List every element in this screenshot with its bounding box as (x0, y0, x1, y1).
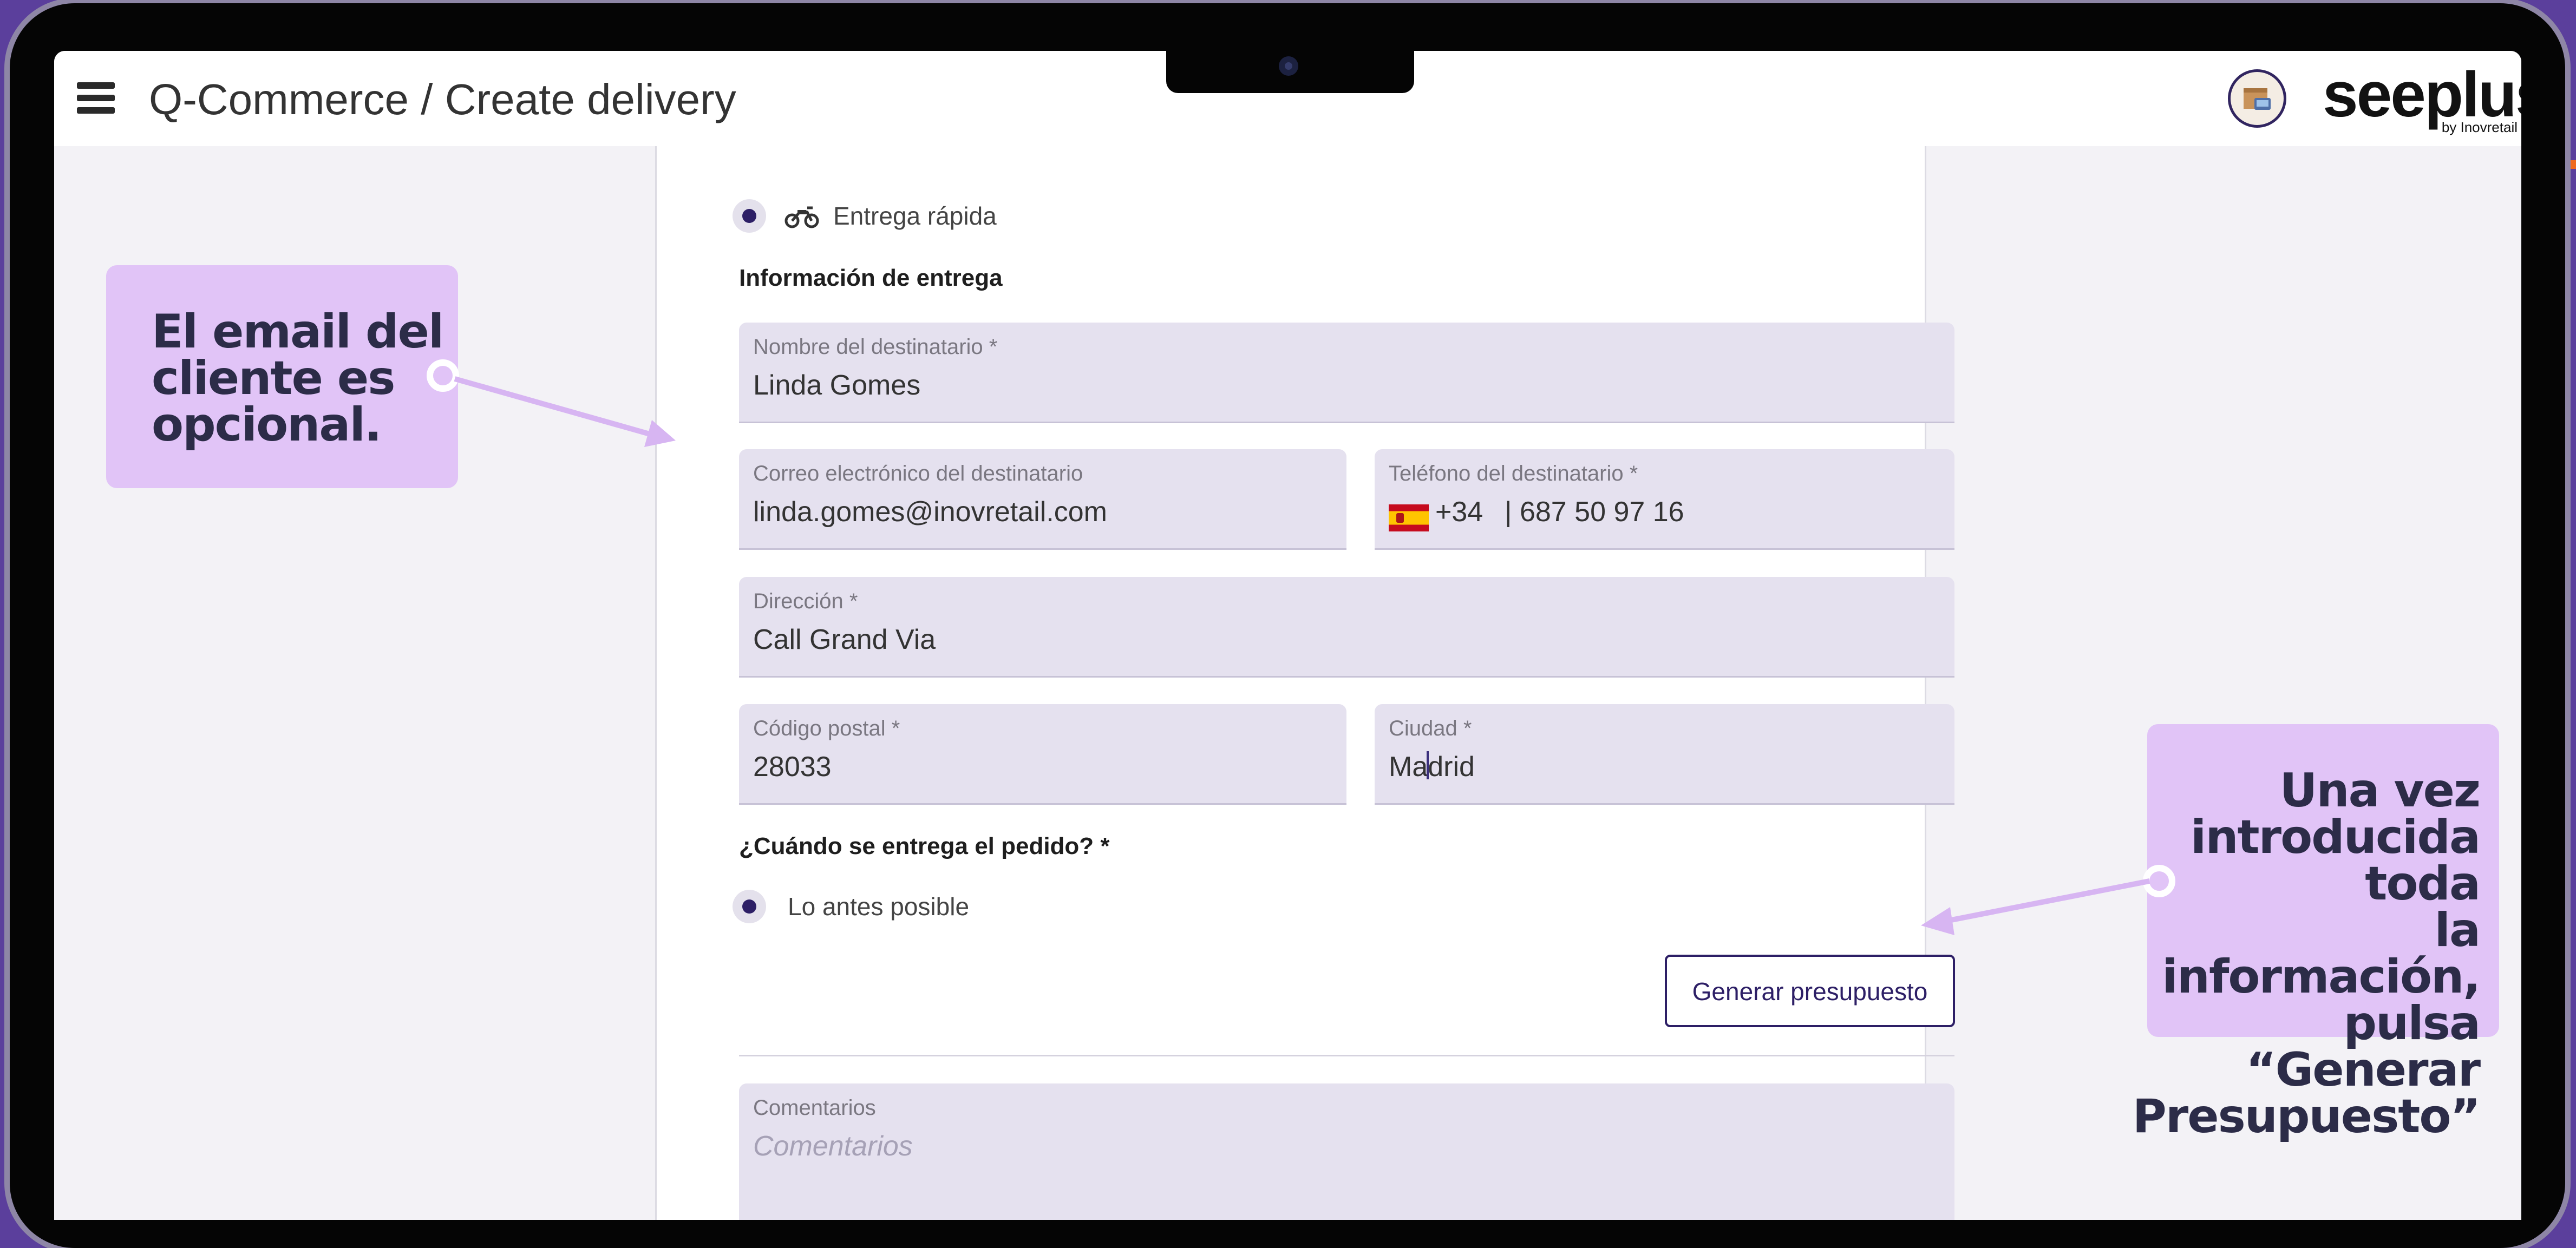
callout-connector (2143, 865, 2175, 897)
section-title-when: ¿Cuándo se entrega el pedido? * (739, 833, 1110, 859)
motorcycle-icon (784, 206, 819, 228)
radio-label-entrega-rapida: Entrega rápida (833, 202, 997, 230)
callout-text: Una vez introducida toda la información,… (2132, 764, 2481, 1144)
delivery-form-panel: Entrega rápida Información de entrega No… (655, 146, 1955, 1220)
radio-label-lo-antes-posible: Lo antes posible (788, 892, 970, 921)
field-label: Correo electrónico del destinatario (753, 462, 1083, 485)
callout-line: Una vez (2279, 764, 2481, 818)
city-value-part: drid (1428, 751, 1475, 783)
field-value: linda.gomes@inovretail.com (753, 496, 1107, 528)
callout-line: El email del (152, 305, 444, 359)
store-box-icon (2244, 88, 2271, 110)
postal-code-field[interactable]: Código postal * 28033 (739, 704, 1346, 805)
divider (739, 1055, 1954, 1056)
callout-email-optional: El email del cliente es opcional. (106, 265, 458, 488)
recipient-email-field[interactable]: Correo electrónico del destinatario lind… (739, 449, 1346, 550)
callout-line: Presupuesto” (2132, 1089, 2481, 1144)
logo-subtext: by Inovretail (2441, 119, 2518, 135)
generate-budget-button[interactable]: Generar presupuesto (1665, 955, 1955, 1027)
recipient-phone-field[interactable]: Teléfono del destinatario * +34 | 687 50… (1375, 449, 1954, 550)
callout-line: introducida toda (2190, 810, 2481, 911)
radio-lo-antes-posible[interactable] (733, 890, 766, 923)
section-title-delivery-info: Información de entrega (739, 265, 1003, 291)
callout-line: cliente es (152, 351, 395, 405)
field-label: Nombre del destinatario * (753, 335, 998, 359)
radio-entrega-rapida[interactable] (733, 199, 766, 233)
page-title: Q-Commerce / Create delivery (149, 75, 736, 123)
field-label: Ciudad * (1389, 717, 1472, 740)
field-value: Call Grand Via (753, 624, 936, 655)
callout-line: pulsa “Generar (2246, 996, 2481, 1097)
spain-flag-icon[interactable] (1389, 504, 1429, 531)
field-value: Linda Gomes (753, 370, 921, 401)
callout-connector (427, 359, 459, 392)
field-label: Teléfono del destinatario * (1389, 462, 1638, 485)
field-label: Comentarios (753, 1096, 876, 1120)
field-label: Código postal * (753, 717, 900, 740)
city-value-part: Ma (1389, 751, 1428, 783)
callout-line: la información, (2162, 903, 2481, 1004)
callout-line: opcional. (152, 398, 382, 452)
callout-text: El email del cliente es opcional. (152, 305, 444, 452)
address-field[interactable]: Dirección * Call Grand Via (739, 577, 1954, 678)
phone-number-value: | 687 50 97 16 (1505, 496, 1684, 528)
camera-icon (1279, 56, 1298, 76)
comments-field[interactable]: Comentarios Comentarios (739, 1083, 1954, 1220)
city-field[interactable]: Ciudad * Madrid (1375, 704, 1954, 805)
recipient-name-field[interactable]: Nombre del destinatario * Linda Gomes (739, 323, 1954, 423)
phone-country-code[interactable]: +34 (1435, 495, 1483, 529)
field-label: Dirección * (753, 589, 858, 613)
menu-icon[interactable] (77, 82, 115, 114)
field-value: Madrid (1389, 750, 1475, 784)
callout-generate-hint: Una vez introducida toda la información,… (2133, 724, 2499, 1140)
comments-placeholder: Comentarios (753, 1131, 913, 1162)
seeplus-logo: seeplus by Inovretail (2323, 60, 2521, 135)
field-value: 28033 (753, 751, 832, 783)
avatar[interactable] (2228, 69, 2286, 128)
